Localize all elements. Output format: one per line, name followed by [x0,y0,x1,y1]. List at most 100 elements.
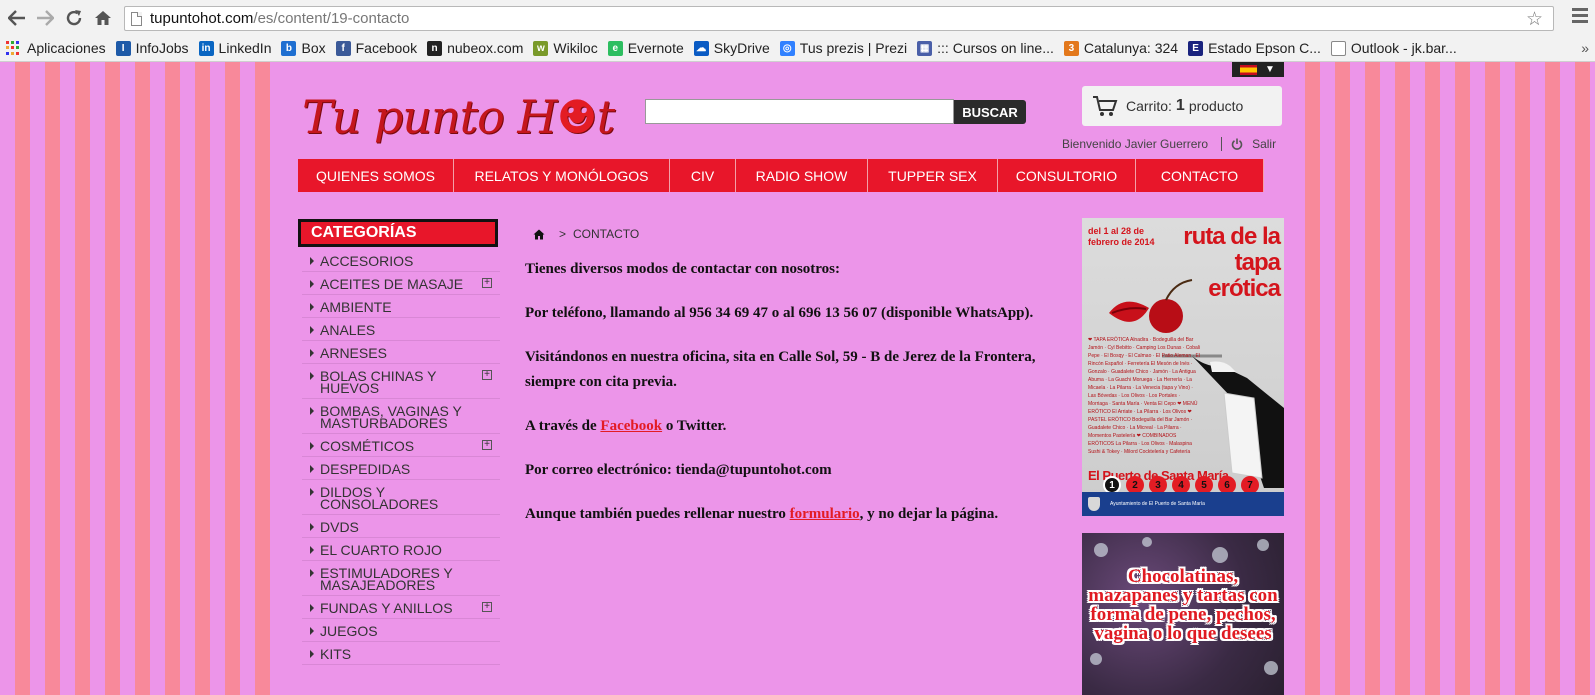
expand-plus-icon[interactable]: + [482,440,492,450]
cart-count: 1 [1175,97,1185,114]
divider [1221,137,1223,151]
category-label: ACCESORIOS [320,253,414,269]
category-item[interactable]: ARNESES [302,341,500,364]
logo-text: Tu punto H [302,90,558,144]
category-label: FUNDAS Y ANILLOS [320,600,453,616]
category-list: ACCESORIOS ACEITES DE MASAJE + AMBIENTE ANAL… [302,249,500,665]
shopping-cart-icon [1093,96,1118,116]
contact-email: Por correo electrónico: tienda@tupuntoho… [525,462,832,478]
triangle-right-icon [310,604,314,612]
bookmark-label: Facebook [355,40,418,56]
category-item[interactable]: COSMÉTICOS + [302,434,500,457]
category-item[interactable]: FUNDAS Y ANILLOS + [302,596,500,619]
epson-icon: E [1188,40,1204,56]
bookmark-1[interactable]: I InfoJobs [115,40,189,56]
category-item[interactable]: KITS [302,642,500,665]
contact-office: Visitándonos en nuestra oficina, sita en… [525,349,1036,390]
bookmark-label: nubeox.com [447,40,524,56]
bookmark-star-icon[interactable]: ☆ [1526,8,1543,31]
triangle-right-icon [310,303,314,311]
crest-icon [1088,497,1100,511]
back-button[interactable] [6,7,28,29]
bookmark-10[interactable]: ▦::: Cursos on line... [917,40,1054,56]
category-item[interactable]: DVDs [302,515,500,538]
search-button[interactable]: BUSCAR [954,100,1026,124]
page-icon [1330,40,1346,56]
tapa-erotica-banner[interactable]: del 1 al 28 de febrero de 2014 ruta de l… [1082,218,1284,516]
category-item[interactable]: JUEGOS [302,619,500,642]
bookmark-3[interactable]: b Box [281,40,326,56]
category-item[interactable]: ESTIMULADORES Y MASAJEADORES [302,561,500,596]
category-label: BOMBAS, VAGINAS y MASTURBADORES [320,403,462,431]
bookmarks-overflow-button[interactable]: » [1581,36,1589,60]
power-icon[interactable] [1231,138,1243,150]
bubble-decoration [1090,653,1102,665]
category-label: ARNESES [320,345,387,361]
bookmark-9[interactable]: ◎ Tus prezis | Prezi [779,40,907,56]
logout-link[interactable]: Salir [1252,137,1276,151]
category-label: ACEITES DE MASAJE [320,276,464,292]
banner-footer: Ayuntamiento de El Puerto de Santa María [1082,492,1284,516]
category-label: DESPEDIDAS [320,461,411,477]
bookmark-label: Catalunya: 324 [1083,40,1179,56]
page-icon [131,11,142,26]
language-selector[interactable]: ▼ [1232,62,1284,77]
browser-menu-button[interactable] [1572,8,1588,26]
nav-item-2[interactable]: CIV [670,159,736,192]
category-item[interactable]: EL CUARTO ROJO [302,538,500,561]
cart-summary[interactable]: Carrito: 1 producto [1082,86,1282,126]
site-logo[interactable]: Tu punto H☻t [302,90,615,144]
triangle-right-icon [310,650,314,658]
category-label: KITS [320,646,352,662]
form-link[interactable]: formulario [790,506,860,522]
nav-item-5[interactable]: CONSULTORIO [998,159,1136,192]
category-item[interactable]: ACCESORIOS [302,249,500,272]
category-label: ESTIMULADORES Y MASAJEADORES [320,565,453,593]
nav-item-6[interactable]: CONTACTO [1136,159,1264,192]
nav-item-4[interactable]: TUPPER SEX [868,159,998,192]
bookmark-0[interactable]: Aplicaciones [6,40,106,56]
bookmark-label: ::: Cursos on line... [937,40,1054,56]
bookmark-4[interactable]: f Facebook [335,40,418,56]
category-item[interactable]: ANALES [302,318,500,341]
triangle-right-icon [310,569,314,577]
category-label: AMBIENTE [320,299,392,315]
nav-item-1[interactable]: RELATOS Y MONÓLOGOS [454,159,670,192]
category-item[interactable]: DESPEDIDAS [302,457,500,480]
expand-plus-icon[interactable]: + [482,278,492,288]
bookmarks-bar: Aplicaciones I InfoJobs in LinkedIn b Box f Face… [0,36,1595,60]
nav-item-0[interactable]: QUIENES SOMOS [298,159,454,192]
bookmark-13[interactable]: Outlook - jk.bar... [1330,40,1457,56]
category-item[interactable]: ACEITES DE MASAJE + [302,272,500,295]
category-item[interactable]: DILDOS Y CONSOLADORES [302,480,500,515]
category-label: EL CUARTO ROJO [320,542,442,558]
chocolates-banner[interactable]: Chocolatinas, mazapanes y tartas con for… [1082,533,1284,695]
category-item[interactable]: BOMBAS, VAGINAS y MASTURBADORES [302,399,500,434]
banner-date: del 1 al 28 de febrero de 2014 [1088,226,1155,247]
bookmark-8[interactable]: ☁ SkyDrive [693,40,770,56]
facebook-link[interactable]: Facebook [600,418,662,434]
search-input[interactable] [646,100,953,123]
home-icon[interactable] [533,229,545,240]
bookmark-11[interactable]: 3 Catalunya: 324 [1063,40,1179,56]
bookmark-5[interactable]: n nubeox.com [427,40,523,56]
breadcrumb-separator: > [559,227,567,241]
expand-plus-icon[interactable]: + [482,602,492,612]
address-bar[interactable]: tupuntohot.com/es/content/19-contacto ☆ [124,6,1554,31]
bookmark-7[interactable]: e Evernote [607,40,684,56]
nav-item-3[interactable]: RADIO SHOW [736,159,868,192]
category-item[interactable]: AMBIENTE [302,295,500,318]
logo-tail: t [596,90,615,144]
home-button[interactable] [92,7,114,29]
bubble-decoration [1257,539,1269,551]
category-item[interactable]: BOLAS CHINAS Y HUEVOS + [302,364,500,399]
forward-button[interactable] [34,7,56,29]
bookmark-12[interactable]: E Estado Epson C... [1188,40,1321,56]
search-input-wrapper [645,99,954,124]
triangle-right-icon [310,627,314,635]
bookmark-6[interactable]: w Wikiloc [533,40,598,56]
bookmark-2[interactable]: in LinkedIn [198,40,271,56]
reload-button[interactable] [63,7,85,29]
expand-plus-icon[interactable]: + [482,370,492,380]
cart-label: Carrito: [1126,98,1172,114]
